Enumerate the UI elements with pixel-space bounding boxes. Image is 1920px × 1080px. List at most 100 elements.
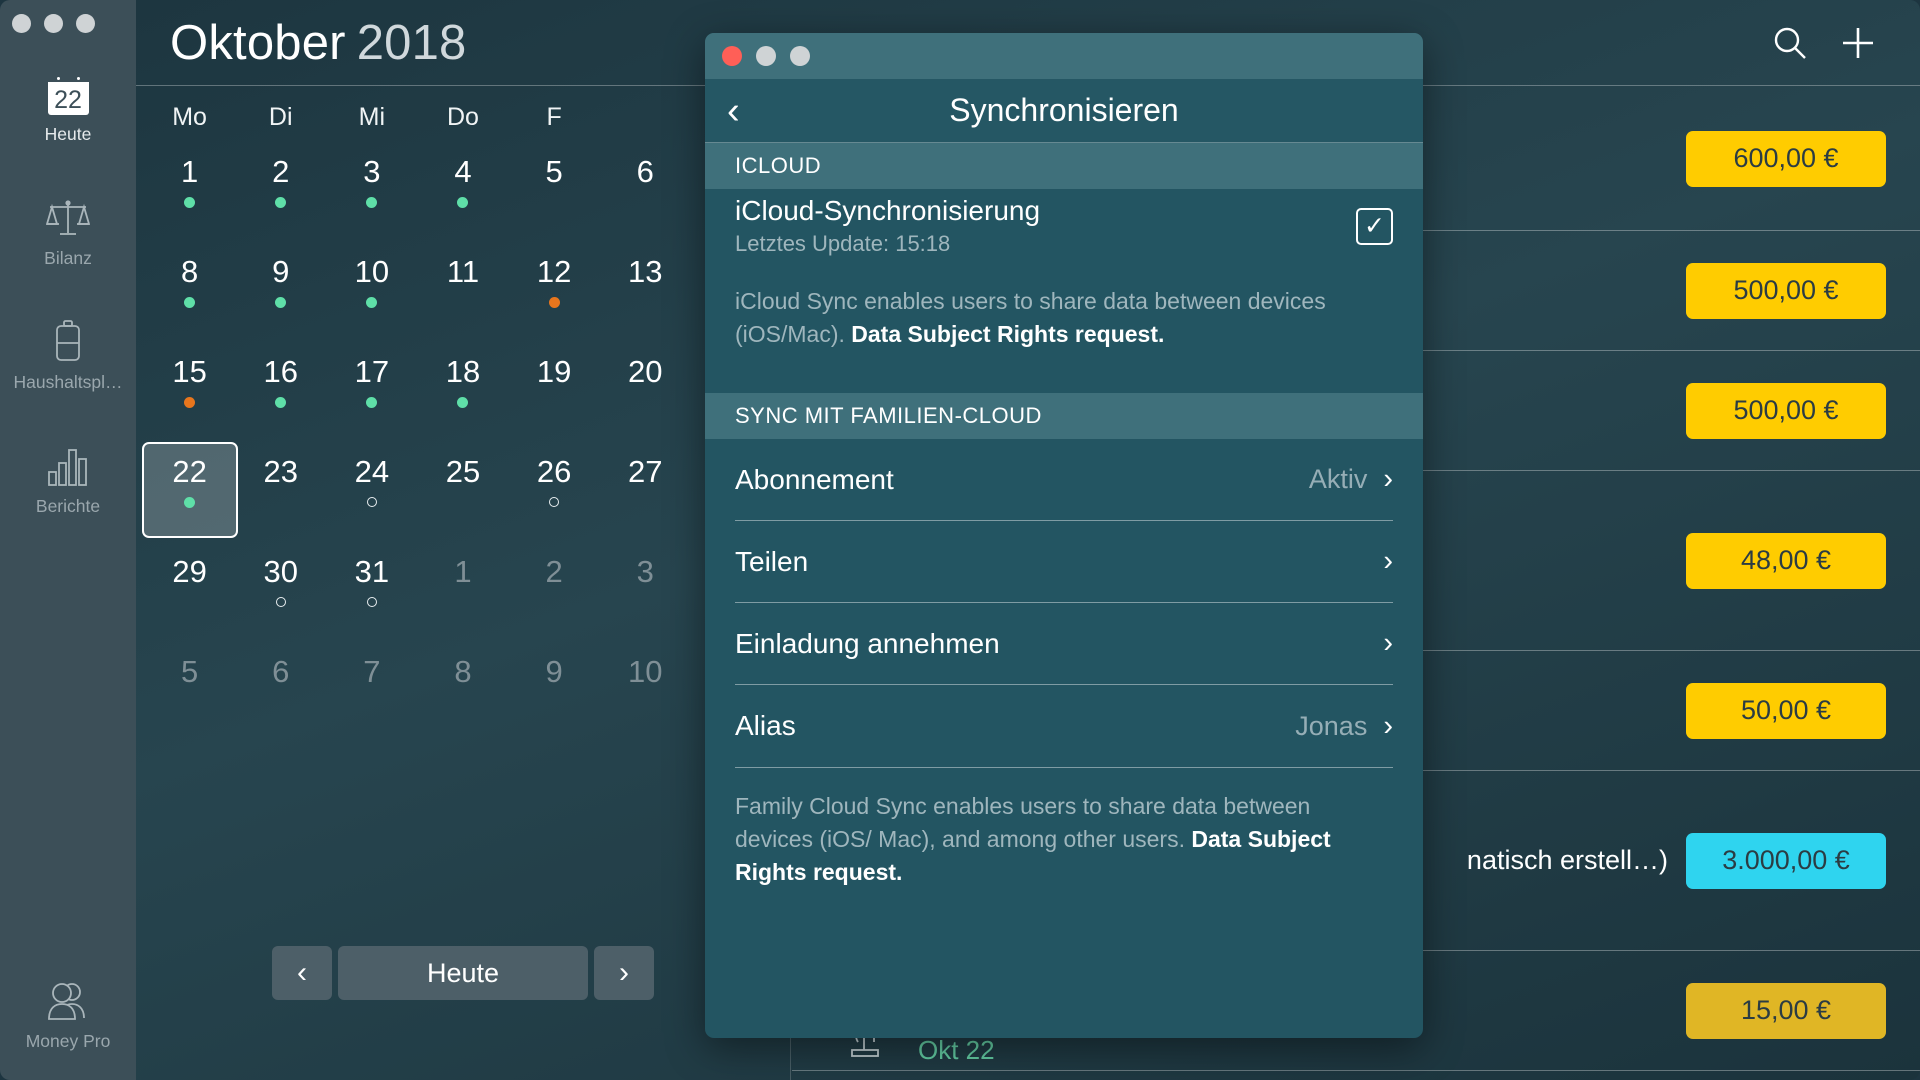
- calendar-day-cell[interactable]: 31: [326, 540, 417, 640]
- calendar-day-number: 29: [172, 554, 207, 589]
- calendar-day-number: 2: [545, 554, 563, 589]
- transaction-amount-badge[interactable]: 15,00 €: [1686, 982, 1886, 1039]
- section-header-family: SYNC MIT FAMILIEN-CLOUD: [705, 393, 1423, 439]
- section-header-icloud: ICLOUD: [705, 143, 1423, 189]
- plus-icon[interactable]: [1832, 17, 1884, 69]
- calendar-day-cell[interactable]: 13: [600, 240, 691, 340]
- calendar-day-cell[interactable]: 2: [235, 140, 326, 240]
- calendar-day-cell[interactable]: 7: [326, 640, 417, 740]
- sidebar-item-berichte[interactable]: Berichte: [0, 431, 136, 531]
- calendar-day-cell[interactable]: 2: [509, 540, 600, 640]
- sidebar: 22 Heute Bilanz Haushaltspl… Berichte Mo…: [0, 0, 136, 1080]
- calendar-day-number: 26: [536, 454, 572, 489]
- calendar-day-cell[interactable]: 10: [326, 240, 417, 340]
- calendar-day-marker-ring: [366, 497, 377, 507]
- minimize-button[interactable]: [44, 14, 63, 33]
- transaction-amount-badge[interactable]: 500,00 €: [1686, 382, 1886, 439]
- calendar-day-cell[interactable]: 1: [417, 540, 508, 640]
- sidebar-item-label: Heute: [44, 124, 92, 144]
- calendar-day-number: 25: [445, 454, 481, 489]
- sidebar-item-heute[interactable]: 22 Heute: [0, 59, 136, 159]
- calendar-day-cell[interactable]: 1: [144, 140, 235, 240]
- row-abonnement[interactable]: Abonnement Aktiv ›: [735, 439, 1393, 521]
- calendar-day-cell[interactable]: 15: [144, 340, 235, 440]
- calendar-day-cell[interactable]: 8: [144, 240, 235, 340]
- calendar-day-marker-orange: [184, 397, 196, 408]
- calendar-day-cell[interactable]: 24: [326, 440, 417, 540]
- calendar-day-cell[interactable]: 17: [326, 340, 417, 440]
- calendar-day-cell[interactable]: 9: [235, 240, 326, 340]
- dialog-header: ‹ Synchronisieren: [705, 79, 1423, 143]
- calendar-day-number: 8: [454, 654, 472, 689]
- calendar-today-button[interactable]: Heute: [338, 946, 588, 1000]
- calendar-day-cell[interactable]: 5: [509, 140, 600, 240]
- calendar-day-number: 11: [446, 254, 480, 289]
- dialog-close-button[interactable]: [722, 46, 742, 66]
- search-icon[interactable]: [1764, 17, 1816, 69]
- calendar-day-cell[interactable]: 16: [235, 340, 326, 440]
- dialog-zoom-button[interactable]: [790, 46, 810, 66]
- calendar-day-cell[interactable]: 11: [417, 240, 508, 340]
- sidebar-item-haushaltsplan[interactable]: Haushaltspl…: [0, 307, 136, 407]
- sidebar-item-bilanz[interactable]: Bilanz: [0, 183, 136, 283]
- calendar-day-cell[interactable]: 27: [600, 440, 691, 540]
- transaction-amount-badge[interactable]: 48,00 €: [1686, 532, 1886, 589]
- sidebar-item-money-pro[interactable]: Money Pro: [0, 966, 136, 1066]
- calendar-day-cell[interactable]: 3: [326, 140, 417, 240]
- sidebar-item-label: Haushaltspl…: [13, 372, 123, 392]
- transaction-amount-badge[interactable]: 500,00 €: [1686, 262, 1886, 319]
- scales-icon: [46, 193, 90, 239]
- calendar-prev-button[interactable]: ‹: [272, 946, 332, 1000]
- calendar-day-number: 15: [172, 354, 207, 389]
- calendar-day-cell[interactable]: 12: [509, 240, 600, 340]
- calendar-day-number: 7: [363, 654, 381, 689]
- close-button[interactable]: [12, 14, 31, 33]
- chevron-right-icon: ›: [1383, 709, 1393, 742]
- sync-dialog: ‹ Synchronisieren ICLOUD iCloud-Synchron…: [705, 33, 1423, 1038]
- transaction-amount-badge[interactable]: 3.000,00 €: [1686, 832, 1886, 889]
- calendar-day-cell[interactable]: 22: [141, 440, 238, 540]
- calendar-day-cell[interactable]: 20: [600, 340, 691, 440]
- calendar-day-number: 30: [263, 554, 298, 589]
- calendar-day-cell[interactable]: 5: [144, 640, 235, 740]
- calendar-day-cell[interactable]: 8: [417, 640, 508, 740]
- calendar-day-marker-green: [457, 197, 469, 208]
- calendar-day-cell[interactable]: 9: [509, 640, 600, 740]
- page-title: Oktober 2018: [170, 15, 467, 71]
- note-link[interactable]: Data Subject Rights request.: [851, 321, 1164, 347]
- row-label: Abonnement: [735, 463, 894, 495]
- dialog-minimize-button[interactable]: [756, 46, 776, 66]
- calendar-icon: 22: [47, 69, 89, 115]
- calendar-day-cell[interactable]: 6: [600, 140, 691, 240]
- calendar-day-cell[interactable]: 18: [417, 340, 508, 440]
- icloud-sync-checkbox[interactable]: ✓: [1356, 207, 1393, 245]
- calendar-day-cell[interactable]: 29: [144, 540, 235, 640]
- transaction-amount-badge[interactable]: 600,00 €: [1686, 130, 1886, 187]
- calendar-day-cell[interactable]: 3: [600, 540, 691, 640]
- calendar-day-cell[interactable]: 19: [509, 340, 600, 440]
- calendar-day-marker-orange: [548, 297, 560, 308]
- chevron-left-icon[interactable]: ‹: [727, 92, 740, 130]
- row-alias[interactable]: Alias Jonas ›: [735, 685, 1393, 767]
- row-teilen[interactable]: Teilen ›: [735, 521, 1393, 603]
- calendar-day-number: 2: [272, 154, 290, 189]
- calendar-next-button[interactable]: ›: [594, 946, 654, 1000]
- zoom-button[interactable]: [76, 14, 95, 33]
- calendar-nav: ‹ Heute ›: [136, 946, 790, 1000]
- row-value: Aktiv: [1308, 464, 1368, 494]
- row-einladung-annehmen[interactable]: Einladung annehmen ›: [735, 603, 1393, 685]
- calendar-weekday: [600, 103, 691, 132]
- app-window: 22 Heute Bilanz Haushaltspl… Berichte Mo…: [0, 0, 1920, 1080]
- transaction-amount-badge[interactable]: 50,00 €: [1686, 682, 1886, 739]
- row-icloud-sync[interactable]: iCloud-Synchronisierung Letztes Update: …: [735, 189, 1393, 263]
- calendar-day-cell[interactable]: 30: [235, 540, 326, 640]
- calendar-day-cell[interactable]: 25: [417, 440, 508, 540]
- calendar-day-cell[interactable]: 6: [235, 640, 326, 740]
- calendar-day-cell[interactable]: 23: [235, 440, 326, 540]
- calendar-day-number: 13: [628, 254, 663, 289]
- calendar-day-cell[interactable]: 10: [600, 640, 691, 740]
- calendar-day-cell[interactable]: 4: [417, 140, 508, 240]
- calendar-day-marker-green: [184, 197, 196, 208]
- calendar-day-cell[interactable]: 26: [509, 440, 600, 540]
- section-body-icloud: iCloud-Synchronisierung Letztes Update: …: [705, 189, 1423, 263]
